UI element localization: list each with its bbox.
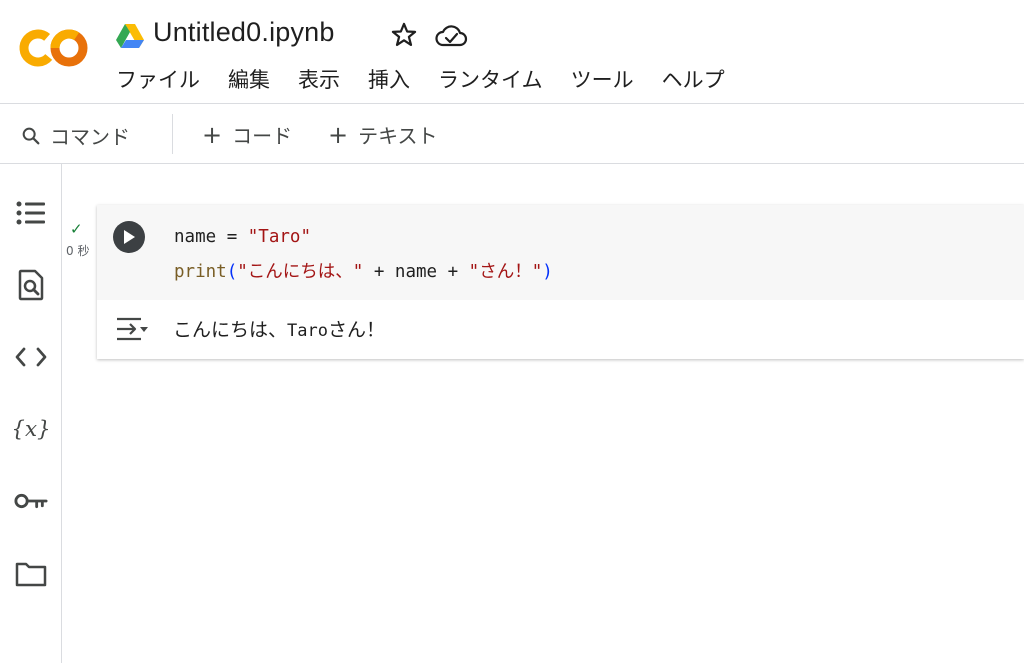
files-folder-icon[interactable] [14,557,48,591]
code-token-string: "Taro" [247,227,311,247]
code-line-2: print("こんにちは、" + name + "さん！") [174,258,553,283]
google-drive-icon[interactable] [115,22,145,50]
menu-help[interactable]: ヘルプ [662,64,725,94]
cell-gutter [97,205,164,300]
variables-icon[interactable]: {𝑥} [14,412,48,446]
cell-output: こんにちは、Taroさん！ [97,300,1024,359]
code-token-paren: ) [542,262,553,282]
output-segment: Taro [287,321,328,341]
menu-file[interactable]: ファイル [116,64,200,94]
add-code-button[interactable]: + コード [202,120,292,149]
code-cell[interactable]: name = "Taro" print("こんにちは、" + name + "さ… [97,205,1024,359]
search-icon [22,127,40,144]
menu-bar: ファイル 編集 表示 挿入 ランタイム ツール ヘルプ [116,64,753,94]
code-token: name [174,227,217,247]
code-token-paren: ( [226,262,238,282]
left-sidebar: {𝑥} [0,164,62,663]
app-header: Untitled0.ipynb ファイル 編集 表示 挿入 ランタイム ツール … [0,0,1024,104]
code-token: + name + [363,262,469,282]
find-icon[interactable] [14,268,48,302]
output-segment: こんにちは、 [173,319,288,341]
run-cell-button[interactable] [113,221,145,253]
menu-runtime[interactable]: ランタイム [438,64,543,94]
menu-edit[interactable]: 編集 [228,64,270,94]
notebook-toolbar: コマンド + コード + テキスト [0,104,1024,164]
output-actions-icon[interactable] [115,316,149,342]
command-label: コマンド [50,125,130,149]
code-snippets-icon[interactable] [14,340,48,374]
command-palette-button[interactable]: コマンド [20,121,130,150]
code-token-string: "こんにちは、" [237,262,364,282]
add-text-label: テキスト [358,124,438,148]
menu-insert[interactable]: 挿入 [368,64,410,94]
code-token-function: print [174,262,227,282]
code-editor[interactable]: name = "Taro" print("こんにちは、" + name + "さ… [164,205,1024,300]
cell-execution-time: 0 秒 [66,244,90,258]
cloud-saved-icon[interactable] [434,22,468,50]
output-segment: さん！ [327,319,385,341]
secrets-key-icon[interactable] [14,484,48,518]
plus-icon: + [202,120,223,149]
notebook-title[interactable]: Untitled0.ipynb [153,17,335,48]
add-code-label: コード [232,124,293,148]
plus-icon: + [328,120,349,149]
colab-logo[interactable] [18,26,90,70]
svg-text:{𝑥}: {𝑥} [14,417,48,442]
star-icon[interactable] [390,21,418,49]
code-token: = [216,227,248,247]
menu-tools[interactable]: ツール [571,64,634,94]
add-text-button[interactable]: + テキスト [328,120,438,149]
code-token-string: "さん！" [468,262,543,282]
table-of-contents-icon[interactable] [14,196,48,230]
cell-success-check-icon: ✓ [70,220,83,238]
menu-view[interactable]: 表示 [298,64,340,94]
output-text: こんにちは、Taroさん！ [173,315,385,342]
play-icon [124,230,135,244]
code-line-1: name = "Taro" [174,227,311,247]
toolbar-divider [172,114,173,154]
